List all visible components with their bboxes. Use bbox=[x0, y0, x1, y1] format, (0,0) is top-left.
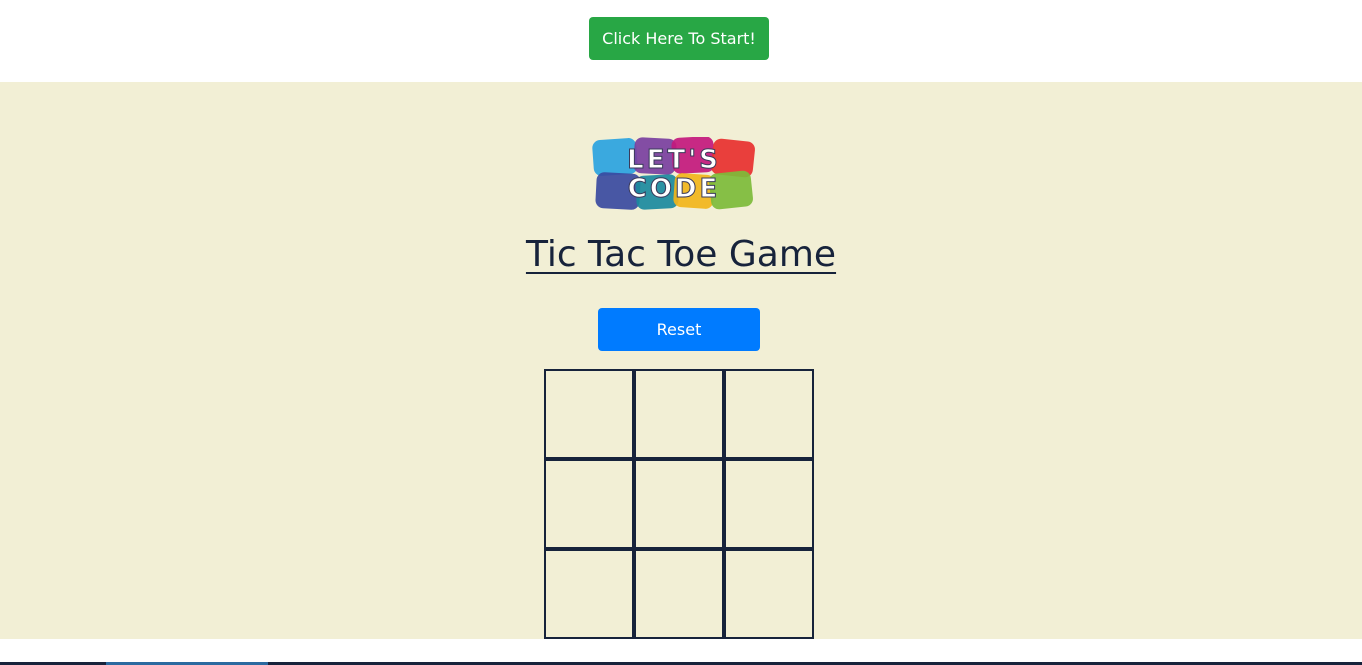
board-cell-1-1[interactable] bbox=[544, 369, 634, 459]
game-board bbox=[544, 369, 814, 639]
reset-button[interactable]: Reset bbox=[598, 308, 760, 351]
top-bar: Click Here To Start! bbox=[0, 0, 1362, 82]
board-cell-3-1[interactable] bbox=[544, 549, 634, 639]
logo-text-line1: LET'S bbox=[627, 145, 721, 175]
lets-code-logo: LET'S CODE bbox=[592, 137, 755, 210]
board-cell-2-3[interactable] bbox=[724, 459, 814, 549]
board-cell-2-2[interactable] bbox=[634, 459, 724, 549]
logo-text-line2: CODE bbox=[628, 174, 721, 204]
board-cell-2-1[interactable] bbox=[544, 459, 634, 549]
board-cell-3-2[interactable] bbox=[634, 549, 724, 639]
start-button[interactable]: Click Here To Start! bbox=[589, 17, 769, 60]
board-cell-1-3[interactable] bbox=[724, 369, 814, 459]
board-cell-3-3[interactable] bbox=[724, 549, 814, 639]
board-cell-1-2[interactable] bbox=[634, 369, 724, 459]
page-title: Tic Tac Toe Game bbox=[525, 234, 837, 275]
